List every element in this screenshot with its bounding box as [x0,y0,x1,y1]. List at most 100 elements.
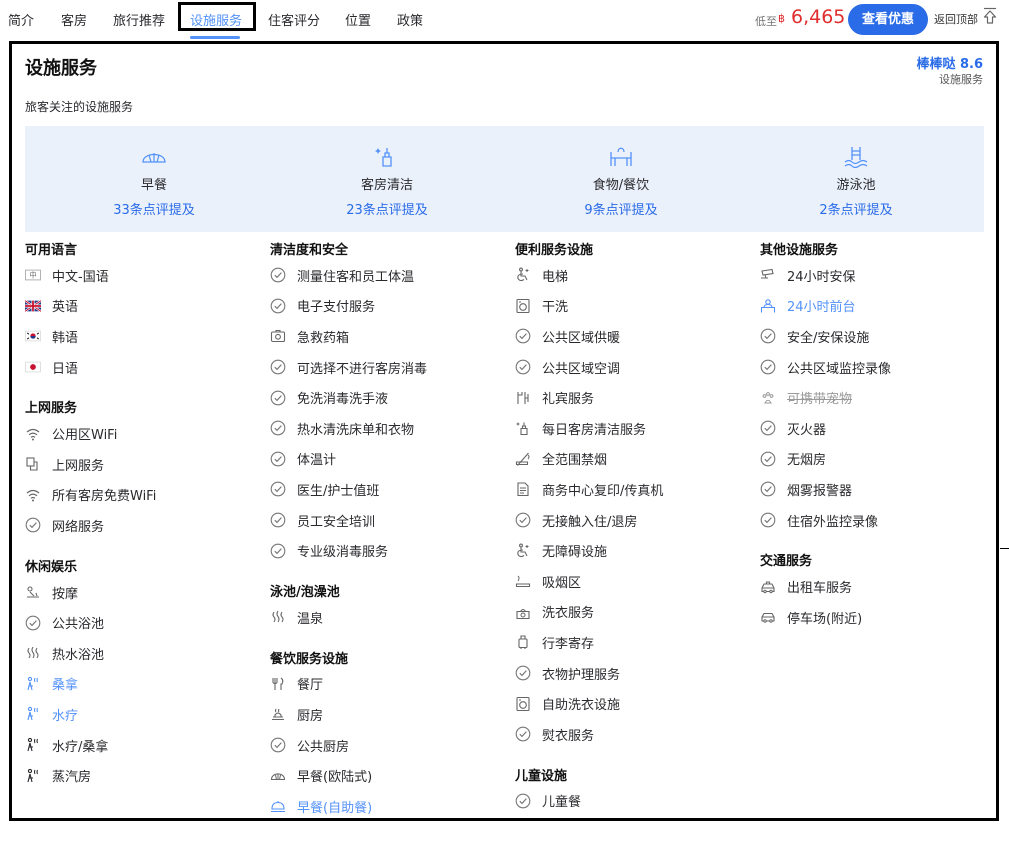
check-circle-icon [760,420,776,436]
facility-label: 出租车服务 [787,581,853,597]
facility-label: 电梯 [542,269,569,285]
facility-label: 烟雾报警器 [787,483,853,499]
facility-label: 蒸汽房 [52,770,92,786]
section-heading: 休闲娱乐 [25,559,78,575]
facility-label: 行李寄存 [542,636,595,652]
section-heading: 餐饮服务设施 [270,651,349,667]
facility-item: 蒸汽房 [25,760,265,791]
facility-label: 熨衣服务 [542,728,595,744]
tab-travel-tips[interactable]: 旅行推荐 [113,10,165,29]
tab-policies[interactable]: 政策 [397,10,423,29]
facility-item: 公共浴池 [25,607,265,638]
check-circle-icon [270,543,286,559]
facility-item: 医生/护士值班 [270,474,510,505]
highlight-count[interactable]: 2条点评提及 [786,199,926,218]
facility-item[interactable]: 水疗 [25,699,265,730]
check-circle-icon [270,481,286,497]
check-circle-icon [760,328,776,344]
facility-label: 员工安全培训 [297,514,376,530]
svg-text:中: 中 [29,271,36,280]
laundry-icon [515,604,531,620]
highlight-count[interactable]: 23条点评提及 [317,199,457,218]
sauna-icon [25,768,41,784]
check-circle-icon [760,512,776,528]
facility-item: 洗衣服务 [515,597,755,628]
facility-label: 热水清洗床单和衣物 [297,422,415,438]
highlight-name: 食物/餐饮 [592,178,650,193]
sauna-icon [25,706,41,722]
facility-label: 儿童餐 [542,795,582,811]
facility-item: 公用区WiFi [25,418,265,449]
facility-label: 测量住客和员工体温 [297,269,415,285]
flag-uk-icon [25,298,41,314]
facility-item[interactable]: 桑拿 [25,669,265,700]
facility-label: 中文-国语 [52,269,109,285]
facility-label: 礼宾服务 [542,392,595,408]
facility-item: 干洗 [515,291,755,322]
highlight-count[interactable]: 9条点评提及 [551,199,691,218]
fax-icon [515,481,531,497]
facility-item: 厨房 [270,699,510,730]
cctv-icon [760,267,776,283]
facility-item: 出租车服务 [760,571,996,602]
check-circle-icon [515,512,531,528]
facility-item: 灭火器 [760,413,996,444]
tab-rooms[interactable]: 客房 [61,10,87,29]
facility-label: 无烟房 [787,453,827,469]
facility-item: 儿童餐 [515,786,755,817]
section-heading: 儿童设施 [515,768,568,784]
facility-item: 吸烟区 [515,566,755,597]
section-heading: 清洁度和安全 [270,243,349,258]
facilities-panel: 设施服务 棒棒哒 8.6 设施服务 旅客关注的设施服务 早餐 33条点评提及 客… [9,41,999,821]
washer-icon [515,298,531,314]
front-desk-icon [760,298,776,314]
dining-icon [610,147,632,166]
facility-label: 水疗/桑拿 [52,739,109,755]
check-circle-icon [760,359,776,375]
section-heading: 便利服务设施 [515,243,594,258]
check-circle-icon [760,481,776,497]
facility-label: 电子支付服务 [297,300,376,316]
facility-label: 可选择不进行客房消毒 [297,361,428,377]
facility-item: 温泉 [270,602,510,633]
view-deals-button[interactable]: 查看优惠 [848,4,928,35]
facility-label: 商务中心复印/传真机 [542,483,664,499]
facility-label: 自助洗衣设施 [542,698,621,714]
facility-item[interactable]: 24小时前台 [760,291,996,322]
buffet-icon [270,798,286,814]
facility-label: 日语 [52,361,79,377]
facility-label: 公共区域空调 [542,361,621,377]
tab-location[interactable]: 位置 [345,10,371,29]
facility-column-3: 便利服务设施 电梯 干洗 公共区域供暖 公共区域空调 礼宾服务 每日客房清洁服务 全范围禁烟商… [515,239,755,816]
tab-intro[interactable]: 简介 [8,10,34,29]
facilities-rating[interactable]: 棒棒哒 8.6 [916,53,983,72]
facility-column-2: 清洁度和安全 测量住客和员工体温 电子支付服务 急救药箱 可选择不进行客房消毒 免洗消毒洗… [270,239,510,818]
facility-item: 可携带宠物 [760,382,996,413]
tab-reviews[interactable]: 住客评分 [268,10,320,29]
facility-label: 公共浴池 [52,617,105,633]
facility-item: 每日客房清洁服务 [515,413,755,444]
arrow-up-icon[interactable] [983,7,997,25]
parking-icon [760,609,776,625]
facility-item: 公共厨房 [270,730,510,761]
facility-item: 英语 [25,291,265,322]
price-prefix: 低至 [755,15,777,28]
facility-label: 无障碍设施 [542,545,608,561]
facility-label: 早餐(自助餐) [297,800,373,816]
facility-item[interactable]: 早餐(自助餐) [270,791,510,818]
facility-item: 专业级消毒服务 [270,535,510,566]
back-to-top-link[interactable]: 返回顶部 [934,11,978,27]
facility-label: 无接触入住/退房 [542,514,638,530]
highlight-strip: 早餐 33条点评提及 客房清洁 23条点评提及 食物/餐饮 9条点评提及 游泳池 [25,126,984,232]
facility-item: 无接触入住/退房 [515,505,755,536]
facility-item: 热水清洗床单和衣物 [270,413,510,444]
highlight-count[interactable]: 33条点评提及 [84,199,224,218]
page-title: 设施服务 [25,58,97,79]
facility-label: 全范围禁烟 [542,453,608,469]
facility-item: 中 中文-国语 [25,260,265,291]
highlight-breakfast: 早餐 33条点评提及 [84,144,224,218]
facility-item: 员工安全培训 [270,505,510,536]
price-value: 6,465 [791,6,846,28]
facility-item: 餐厅 [270,669,510,700]
